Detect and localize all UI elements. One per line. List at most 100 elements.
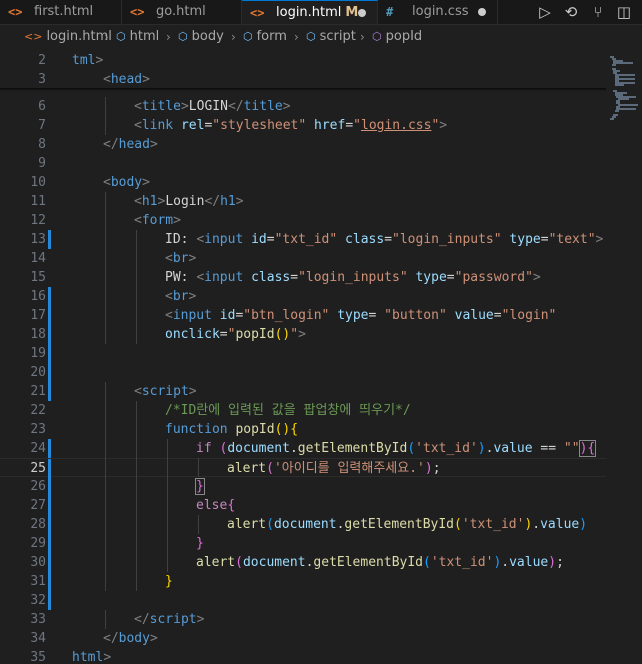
- code-token: '아이디를 입력해주세요.': [273, 461, 425, 476]
- gutter-modified-marker: [48, 477, 51, 496]
- code-editor[interactable]: 2 tml> 3 <head> 6 <title>LOGIN</title> 7 <link …: [0, 50, 642, 664]
- code-token: type: [509, 232, 541, 247]
- code-line[interactable]: 9: [0, 154, 606, 173]
- code-line[interactable]: 26}: [0, 477, 606, 496]
- code-line[interactable]: 15 PW: <input class="login_inputs" type="…: [0, 268, 606, 287]
- line-content: <input id="btn_login" type= "button" val…: [165, 306, 556, 325]
- indent-guide: [105, 401, 106, 420]
- line-content: <br>: [165, 287, 196, 306]
- code-line[interactable]: 32: [0, 591, 606, 610]
- unsaved-dot-icon[interactable]: [478, 8, 486, 16]
- code-line[interactable]: 23 function popId(){: [0, 420, 606, 439]
- code-line[interactable]: 35 html>: [0, 648, 606, 664]
- minimap-line: [611, 64, 616, 66]
- code-line[interactable]: 17 <input id="btn_login" type= "button" v…: [0, 306, 606, 325]
- code-line[interactable]: 10 <body>: [0, 173, 606, 192]
- code-token: >: [196, 612, 205, 627]
- breadcrumb-item-popId[interactable]: ⬡ popId: [372, 26, 422, 48]
- code-token: form: [141, 213, 174, 228]
- code-token: 'txt_id': [415, 441, 478, 456]
- line-number: 15: [30, 270, 46, 285]
- indent-guide: [167, 553, 168, 572]
- code-line[interactable]: 27 else{: [0, 496, 606, 515]
- gutter-modified-marker: [48, 363, 51, 382]
- code-token: "": [563, 441, 580, 456]
- code-line[interactable]: 28 alert(document.getElementById('txt_id'…: [0, 515, 606, 534]
- code-line[interactable]: 21 <script>: [0, 382, 606, 401]
- tab-label: first.html: [34, 0, 93, 24]
- code-token: else: [196, 498, 228, 513]
- line-number: 23: [30, 422, 46, 437]
- code-line[interactable]: 14 <br>: [0, 249, 606, 268]
- indent-guide: [105, 268, 106, 287]
- code-token: alert: [227, 461, 267, 476]
- indent-guide: [105, 553, 106, 572]
- tab-first-html[interactable]: <> first.html: [0, 0, 122, 24]
- code-line[interactable]: 30 alert(document.getElementById('txt_id'…: [0, 553, 606, 572]
- code-token: popId: [235, 327, 275, 342]
- code-line[interactable]: 29}: [0, 534, 606, 553]
- code-line[interactable]: 13 ID: <input id="txt_id" class="login_in…: [0, 230, 606, 249]
- split-editor-icon[interactable]: ◫: [613, 0, 635, 24]
- code-line[interactable]: 25 alert('아이디를 입력해주세요.');: [0, 458, 606, 478]
- code-token: script: [149, 612, 197, 627]
- code-line[interactable]: 11 <h1>Login</h1>: [0, 192, 606, 211]
- code-token: alert: [196, 555, 236, 570]
- line-content: <script>: [134, 382, 197, 401]
- code-line[interactable]: 19: [0, 344, 606, 363]
- breadcrumb-item-form[interactable]: ⬡ form: [243, 26, 287, 48]
- gutter-modified-marker: [48, 515, 51, 534]
- code-token: "stylesheet": [212, 118, 307, 133]
- code-line[interactable]: 24 if (document.getElementById('txt_id').…: [0, 439, 606, 458]
- indent-guide: [105, 116, 106, 135]
- code-line[interactable]: 6 <title>LOGIN</title>: [0, 97, 606, 116]
- line-content: /*ID란에 입력된 값을 팝업창에 띄우기*/: [165, 401, 411, 420]
- line-content: alert(document.getElementById('txt_id').…: [196, 553, 564, 572]
- code-token: =: [493, 308, 502, 323]
- breadcrumb-item-login-html[interactable]: <> login.html: [24, 26, 112, 48]
- code-line[interactable]: 20: [0, 363, 606, 382]
- code-line[interactable]: 12 <form>: [0, 211, 606, 230]
- code-token: =: [540, 232, 549, 247]
- vertical-scrollbar[interactable]: [628, 50, 642, 664]
- run-icon[interactable]: ▷: [534, 0, 556, 24]
- code-line[interactable]: 33 </script>: [0, 610, 606, 629]
- source-control-icon[interactable]: ⑂: [587, 0, 609, 24]
- tab-login-css[interactable]: # login.css: [378, 0, 498, 24]
- code-token: >: [532, 270, 541, 285]
- breadcrumb-item-script[interactable]: ⬡ script: [306, 26, 356, 48]
- indent-guide: [136, 325, 137, 344]
- code-token: </: [103, 631, 119, 646]
- line-number: 11: [30, 194, 46, 209]
- breadcrumb-item-html[interactable]: ⬡ html: [116, 26, 159, 48]
- indent-guide: [198, 515, 199, 534]
- code-line[interactable]: 3 <head>: [0, 70, 606, 89]
- indent-guide: [105, 382, 106, 401]
- code-line[interactable]: 16 <br>: [0, 287, 606, 306]
- gutter-modified-marker: [48, 382, 51, 401]
- unsaved-dot-icon[interactable]: [358, 9, 366, 17]
- code-line[interactable]: 8 </head>: [0, 135, 606, 154]
- code-line[interactable]: 34 </body>: [0, 629, 606, 648]
- chevron-right-icon: ›: [104, 30, 109, 44]
- code-token: body: [118, 631, 150, 646]
- code-token: <: [134, 213, 142, 228]
- code-token: ID:: [165, 232, 197, 247]
- line-content: html>: [72, 648, 111, 664]
- line-content: <body>: [103, 173, 150, 192]
- tab-go-html[interactable]: <> go.html: [122, 0, 242, 24]
- indent-guide: [105, 249, 106, 268]
- code-line[interactable]: 31}: [0, 572, 606, 591]
- timeline-icon[interactable]: ⟲: [560, 0, 582, 24]
- code-line[interactable]: 7 <link rel="stylesheet" href="login.css"…: [0, 116, 606, 135]
- tab-login-html[interactable]: <> login.html M: [242, 0, 378, 24]
- code-token: =: [219, 327, 228, 342]
- indent-guide: [105, 572, 106, 591]
- code-token: <: [134, 194, 142, 209]
- breadcrumb-item-body[interactable]: ⬡ body: [178, 26, 224, 48]
- code-line[interactable]: 22 /*ID란에 입력된 값을 팝업창에 띄우기*/: [0, 401, 606, 420]
- code-token: </: [227, 99, 244, 114]
- code-token: ): [424, 461, 433, 476]
- code-line[interactable]: 18 onclick="popId()">: [0, 325, 606, 344]
- code-line[interactable]: 2 tml>: [0, 51, 606, 70]
